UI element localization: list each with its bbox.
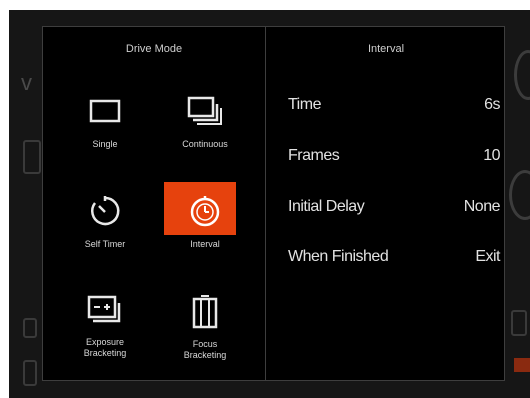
background-square-icon [511,310,527,336]
mode-label: Interval [190,239,220,249]
setting-value: 10 [483,147,500,164]
interval-title: Interval [367,43,405,55]
setting-label: Time [288,96,321,113]
self-timer-icon [87,193,123,229]
mode-label: Self Timer [84,239,126,249]
background-left-bracket [23,140,41,174]
background-dial-icon [514,50,530,100]
mode-label: Exposure Bracketing [83,337,127,358]
exposure-bracketing-icon [87,295,123,327]
interval-setting-time[interactable]: Time 6s [288,93,500,117]
drive-mode-panel: Drive Mode Interval Single Continuous Se… [42,26,505,381]
mode-label: Focus Bracketing [183,339,227,360]
background-record-indicator [514,358,530,372]
camera-viewfinder-background: v Drive Mode Interval Single Continuous … [9,10,530,398]
interval-setting-frames[interactable]: Frames 10 [288,144,500,168]
single-frame-icon [87,93,123,129]
continuous-frames-icon [187,93,223,129]
background-left-edge-marker: v [21,70,32,95]
setting-value: Exit [475,248,500,265]
background-left-small-box [23,318,37,338]
mode-continuous[interactable]: Continuous [157,87,253,157]
mode-label: Continuous [182,139,228,149]
interval-setting-initial-delay[interactable]: Initial Delay None [288,195,501,219]
interval-setting-when-finished[interactable]: When Finished Exit [288,245,500,269]
background-dial-icon [509,170,530,220]
panel-divider [265,27,266,380]
drive-mode-title: Drive Mode [125,43,183,55]
mode-single[interactable]: Single [57,87,153,157]
mode-interval[interactable]: Interval [157,182,253,257]
background-left-bottom-marker [23,360,37,386]
mode-focus-bracketing[interactable]: Focus Bracketing [157,289,253,360]
setting-label: Frames [288,147,340,164]
setting-label: Initial Delay [288,198,365,215]
setting-value: None [463,198,501,215]
mode-label: Single [92,139,118,149]
mode-exposure-bracketing[interactable]: Exposure Bracketing [57,289,153,359]
focus-bracketing-icon [187,295,223,329]
setting-value: 6s [484,96,500,113]
setting-label: When Finished [288,248,389,265]
mode-self-timer[interactable]: Self Timer [57,187,153,257]
interval-timer-icon [187,193,223,229]
